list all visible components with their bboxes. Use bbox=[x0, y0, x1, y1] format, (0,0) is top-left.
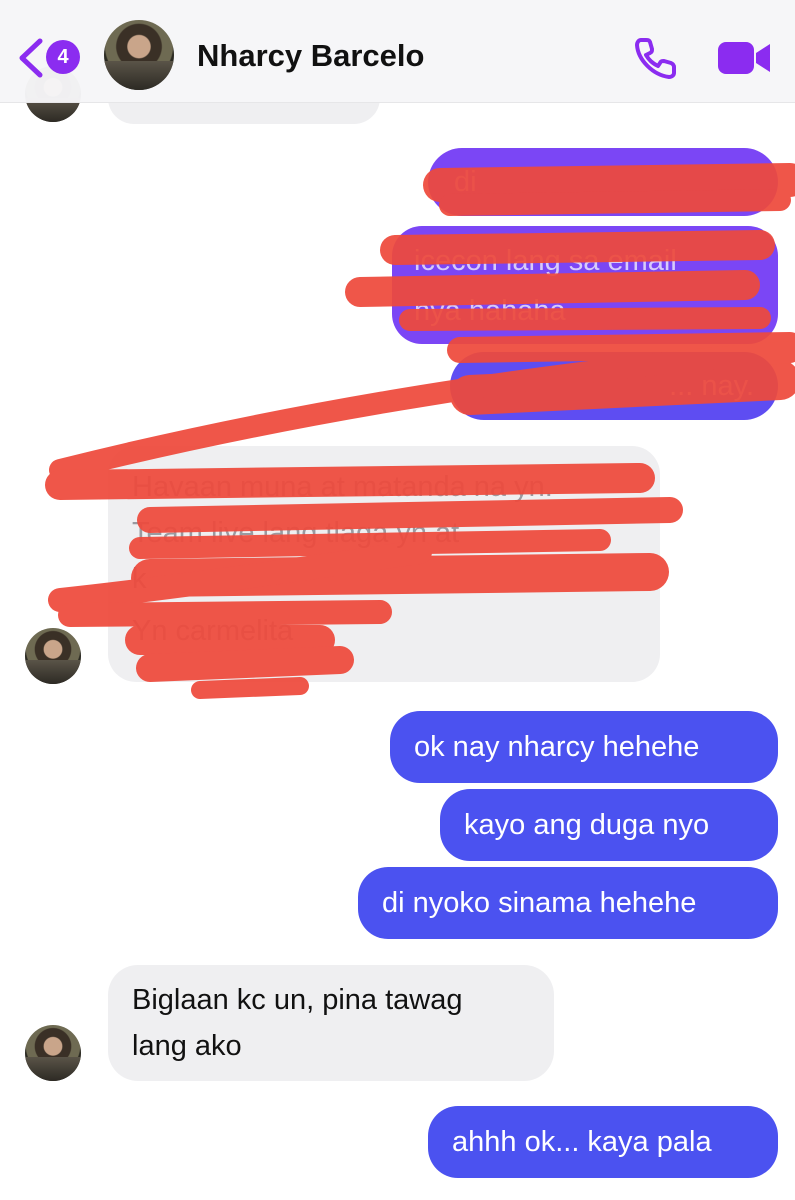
contact-avatar-small bbox=[25, 1025, 81, 1081]
contact-avatar[interactable] bbox=[104, 20, 174, 90]
message-line: Biglaan kc un, pina tawag bbox=[132, 984, 463, 1016]
video-call-button[interactable] bbox=[716, 38, 772, 78]
message-line: lang ako bbox=[132, 1030, 242, 1062]
chevron-left-icon bbox=[19, 38, 43, 78]
message-bubble-outgoing[interactable]: kayo ang duga nyo bbox=[440, 789, 778, 861]
message-bubble-outgoing[interactable]: ok nay nharcy hehehe bbox=[390, 711, 778, 783]
message-text: kayo ang duga nyo bbox=[464, 809, 710, 841]
video-camera-icon bbox=[718, 42, 770, 74]
message-text: ok nay nharcy hehehe bbox=[414, 731, 700, 763]
contact-name[interactable]: Nharcy Barcelo bbox=[197, 38, 424, 74]
phone-icon bbox=[635, 38, 676, 79]
back-button[interactable]: 4 bbox=[16, 34, 80, 78]
message-bubble-outgoing[interactable]: ahhh ok... kaya pala bbox=[428, 1106, 778, 1178]
message-bubble-incoming[interactable]: Biglaan kc un, pina tawag lang ako bbox=[108, 965, 554, 1081]
message-text: ahhh ok... kaya pala bbox=[452, 1126, 712, 1158]
message-bubble-outgoing[interactable]: di nyoko sinama hehehe bbox=[358, 867, 778, 939]
call-button[interactable] bbox=[632, 34, 680, 82]
redaction-scribble bbox=[45, 163, 795, 699]
chat-header: 4 Nharcy Barcelo bbox=[0, 0, 795, 103]
unread-count-badge: 4 bbox=[46, 40, 80, 74]
message-text: di nyoko sinama hehehe bbox=[382, 887, 697, 919]
